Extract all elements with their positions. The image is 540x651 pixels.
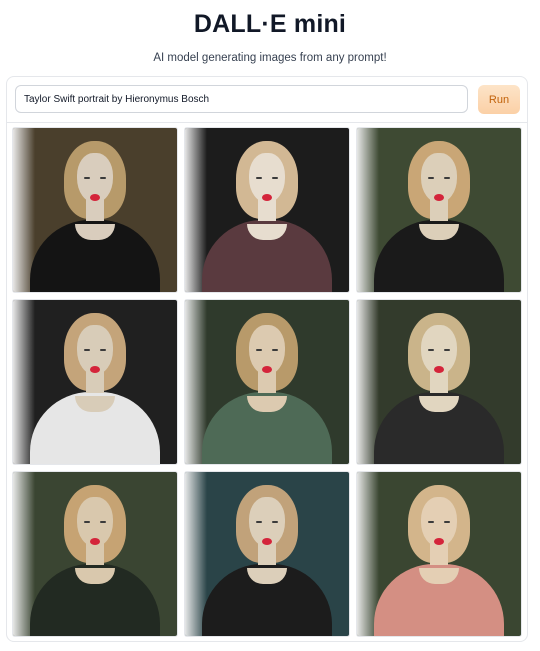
portrait-right-eye bbox=[100, 521, 106, 524]
portrait-left-eye bbox=[84, 521, 90, 524]
portrait-right-eye bbox=[100, 177, 106, 180]
app-title: DALL·E mini bbox=[193, 10, 347, 38]
app-subtitle: AI model generating images from any prom… bbox=[153, 52, 387, 64]
generated-image-7[interactable] bbox=[12, 471, 178, 637]
prompt-row: Run bbox=[7, 77, 527, 123]
portrait-right-eye bbox=[272, 349, 278, 352]
portrait-right-eye bbox=[272, 521, 278, 524]
portrait-lips bbox=[434, 537, 444, 545]
run-button[interactable]: Run bbox=[478, 85, 520, 114]
portrait-left-eye bbox=[256, 177, 262, 180]
main-panel: Run bbox=[6, 76, 528, 642]
generated-image-9[interactable] bbox=[356, 471, 522, 637]
portrait-lips bbox=[90, 193, 100, 201]
portrait-left-eye bbox=[428, 177, 434, 180]
portrait-left-eye bbox=[256, 521, 262, 524]
portrait-lips bbox=[262, 193, 272, 201]
portrait-left-eye bbox=[428, 349, 434, 352]
portrait-right-eye bbox=[444, 349, 450, 352]
portrait-lips bbox=[434, 365, 444, 373]
portrait-lips bbox=[90, 365, 100, 373]
generated-image-2[interactable] bbox=[184, 127, 350, 293]
generated-image-3[interactable] bbox=[356, 127, 522, 293]
generated-image-5[interactable] bbox=[184, 299, 350, 465]
portrait-lips bbox=[262, 537, 272, 545]
generated-image-1[interactable] bbox=[12, 127, 178, 293]
portrait-right-eye bbox=[444, 177, 450, 180]
portrait-lips bbox=[262, 365, 272, 373]
portrait-left-eye bbox=[428, 521, 434, 524]
portrait-left-eye bbox=[84, 177, 90, 180]
generated-image-8[interactable] bbox=[184, 471, 350, 637]
image-gallery bbox=[12, 127, 524, 638]
portrait-lips bbox=[434, 193, 444, 201]
portrait-left-eye bbox=[256, 349, 262, 352]
prompt-input[interactable] bbox=[15, 85, 468, 113]
portrait-right-eye bbox=[272, 177, 278, 180]
portrait-left-eye bbox=[84, 349, 90, 352]
portrait-right-eye bbox=[100, 349, 106, 352]
portrait-lips bbox=[90, 537, 100, 545]
generated-image-4[interactable] bbox=[12, 299, 178, 465]
generated-image-6[interactable] bbox=[356, 299, 522, 465]
portrait-right-eye bbox=[444, 521, 450, 524]
